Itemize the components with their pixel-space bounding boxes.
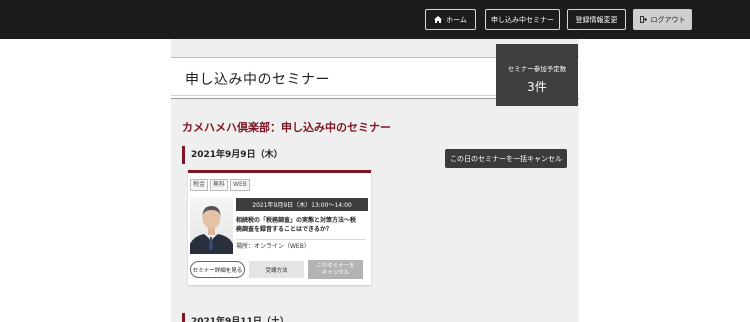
home-button-label: ホーム xyxy=(446,15,467,24)
logout-icon xyxy=(639,16,647,23)
seminar-datetime: 2021年9月9日（木）13:00～14:00 xyxy=(236,198,368,211)
seminar-title[interactable]: 相続税の「税務調査」の実態と対策方法～税 務調査を録音することはできるか？ xyxy=(236,216,368,234)
logout-button[interactable]: ログアウト xyxy=(633,9,692,30)
speaker-photo xyxy=(190,198,233,254)
cancel-seminar-button[interactable]: このセミナーを キャンセル xyxy=(308,260,363,279)
participation-count-box: セミナー参加予定数 3件 xyxy=(496,44,578,106)
seminar-place: 場所：オンライン（WEB） xyxy=(236,239,366,250)
home-icon xyxy=(434,16,443,23)
club-heading: カメハメハ倶楽部：申し込み中のセミナー xyxy=(182,121,391,134)
applied-seminars-label: 申し込み中セミナー xyxy=(491,15,554,24)
profile-edit-button[interactable]: 登録情報変更 xyxy=(567,9,626,30)
date-heading: 2021年9月9日（木） xyxy=(182,146,283,164)
home-button[interactable]: ホーム xyxy=(425,9,476,30)
seminar-tags: 税金 無料 WEB xyxy=(190,179,250,191)
page-title: 申し込み中のセミナー xyxy=(185,72,330,88)
seminar-title-line1: 相続税の「税務調査」の実態と対策方法～税 xyxy=(236,217,357,224)
profile-edit-label: 登録情報変更 xyxy=(575,15,618,24)
cancel-seminar-label-line1: このセミナーを xyxy=(316,262,355,269)
cancel-seminar-label-line2: キャンセル xyxy=(321,269,350,276)
tag-web: WEB xyxy=(230,179,250,191)
seminar-detail-button[interactable]: セミナー詳細を見る xyxy=(190,261,245,278)
top-navigation-bar: ホーム 申し込み中セミナー 登録情報変更 ログアウト xyxy=(0,0,750,39)
seminar-title-line2: 務調査を録音することはできるか？ xyxy=(236,226,332,233)
seminar-card: 税金 無料 WEB 2021年9月9日（木）13:00～14:00 相続税の「税… xyxy=(188,170,371,285)
attendance-method-button[interactable]: 受講方法 xyxy=(249,261,304,278)
logout-label: ログアウト xyxy=(650,15,686,24)
tag-tax: 税金 xyxy=(190,179,209,191)
applied-seminars-button[interactable]: 申し込み中セミナー xyxy=(485,9,560,30)
date-heading-second: 2021年9月11日（土） xyxy=(182,313,289,322)
tag-free: 無料 xyxy=(210,179,229,191)
participation-count-value: 3件 xyxy=(527,80,547,94)
participation-count-label: セミナー参加予定数 xyxy=(507,65,567,73)
cancel-all-button[interactable]: この日のセミナーを一括キャンセル xyxy=(445,149,567,168)
